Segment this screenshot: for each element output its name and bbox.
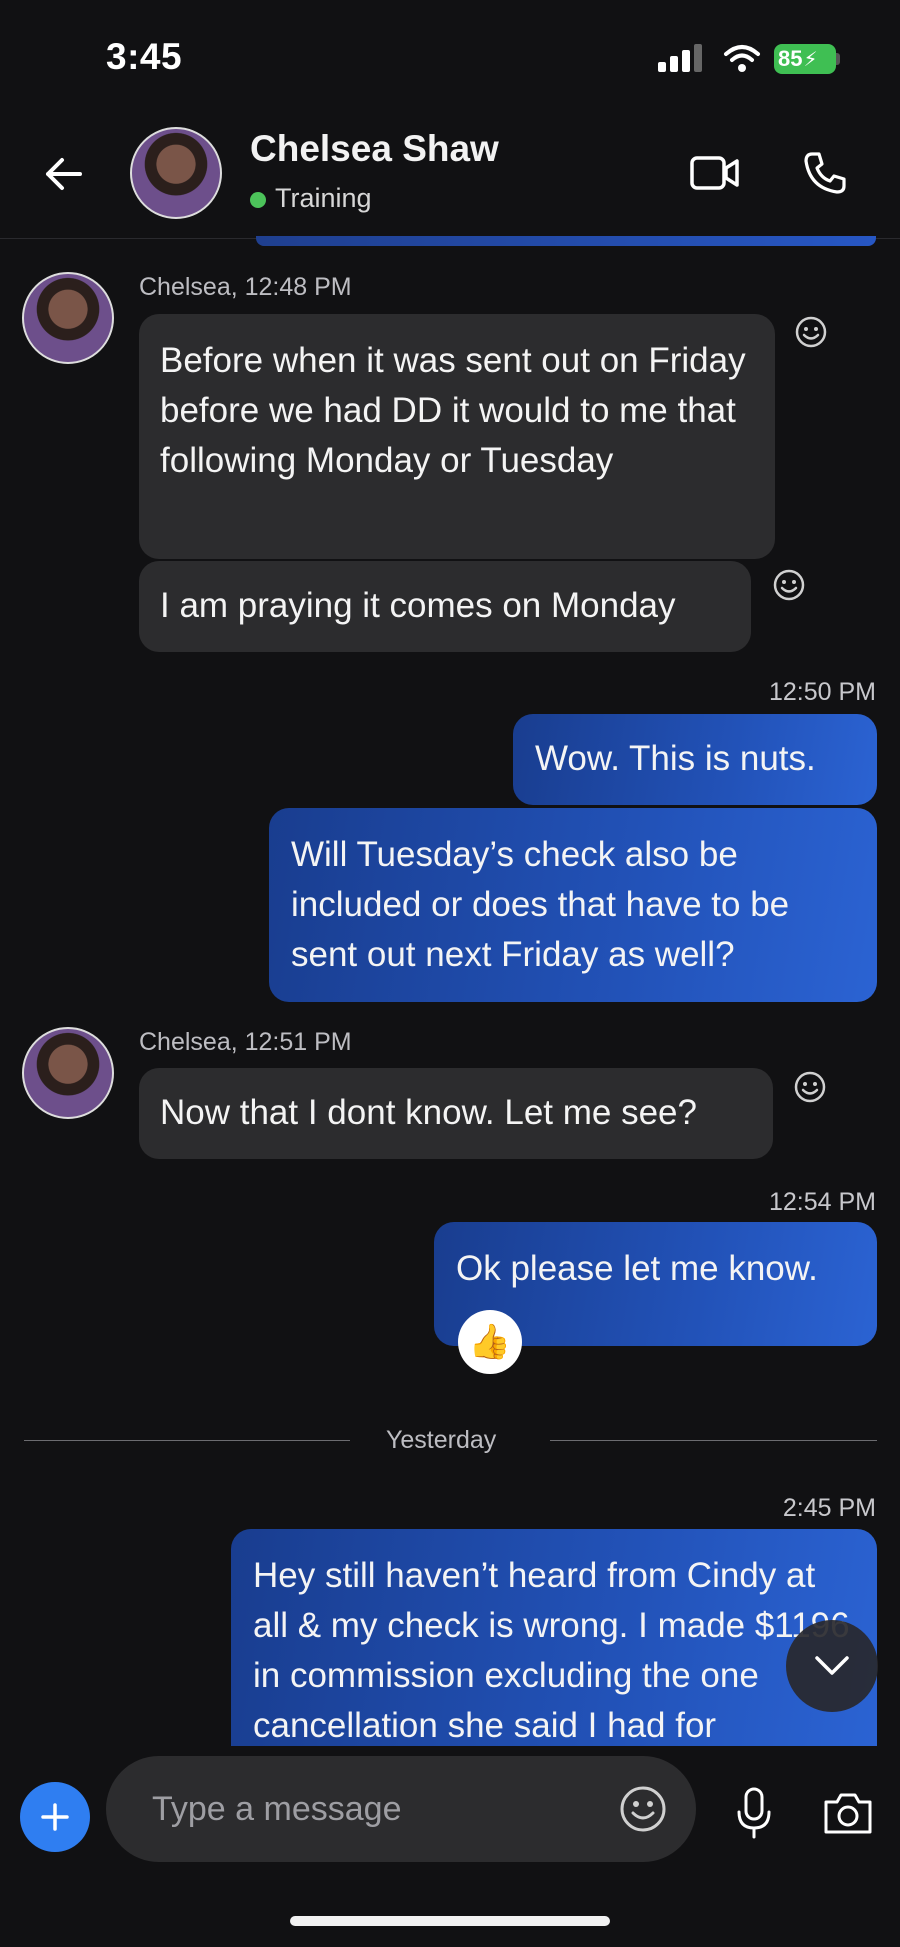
message-bubble[interactable]: Now that I dont know. Let me see? [139, 1068, 773, 1159]
add-attachment-button[interactable] [20, 1782, 90, 1852]
presence-status: Training [275, 183, 372, 213]
message-timestamp: 12:50 PM [768, 678, 876, 706]
plus-icon [41, 1803, 69, 1831]
presence-dot [250, 192, 266, 208]
sender-timestamp: Chelsea, 12:51 PM [139, 1028, 352, 1056]
wifi-icon [724, 45, 760, 72]
home-indicator [290, 1916, 610, 1926]
phone-call-icon[interactable] [802, 150, 848, 196]
message-timestamp: 12:54 PM [768, 1188, 876, 1216]
contact-avatar[interactable] [130, 127, 222, 219]
add-reaction-icon[interactable] [772, 568, 806, 602]
scroll-to-bottom-button[interactable] [786, 1620, 878, 1712]
video-call-icon[interactable] [690, 152, 740, 194]
add-reaction-icon[interactable] [793, 1070, 827, 1104]
camera-icon[interactable] [822, 1790, 874, 1836]
message-bubble[interactable]: Hey still haven’t heard from Cindy at al… [231, 1529, 877, 1746]
charging-icon: ⚡ [803, 48, 818, 71]
back-arrow-icon[interactable] [40, 150, 88, 198]
divider-line-right [550, 1440, 877, 1441]
battery-level: 85 [778, 46, 803, 71]
message-bubble[interactable]: Before when it was sent out on Friday be… [139, 314, 775, 559]
status-time: 3:45 [106, 36, 183, 77]
add-reaction-icon[interactable] [794, 315, 828, 349]
message-bubble[interactable]: Wow. This is nuts. [513, 714, 877, 805]
thumbs-up-reaction[interactable]: 👍 [458, 1310, 522, 1374]
emoji-picker-icon[interactable] [618, 1784, 668, 1834]
contact-name[interactable]: Chelsea Shaw [250, 128, 499, 170]
signal-icon [658, 44, 702, 72]
message-timestamp: 2:45 PM [782, 1494, 876, 1522]
date-divider-label: Yesterday [386, 1426, 497, 1454]
sender-timestamp: Chelsea, 12:48 PM [139, 273, 352, 301]
divider-line-left [24, 1440, 350, 1441]
chevron-down-icon [815, 1656, 849, 1675]
microphone-icon[interactable] [734, 1786, 774, 1840]
battery-nub [836, 53, 840, 65]
message-input-placeholder: Type a message [152, 1790, 402, 1828]
message-bubble[interactable]: Will Tuesday’s check also be included or… [269, 808, 877, 1002]
message-bubble[interactable]: I am praying it comes on Monday [139, 561, 751, 652]
sender-avatar[interactable] [22, 1027, 114, 1119]
sender-avatar[interactable] [22, 272, 114, 364]
previous-message-bubble-edge [256, 236, 876, 246]
battery-indicator: 85 ⚡ [774, 44, 836, 74]
